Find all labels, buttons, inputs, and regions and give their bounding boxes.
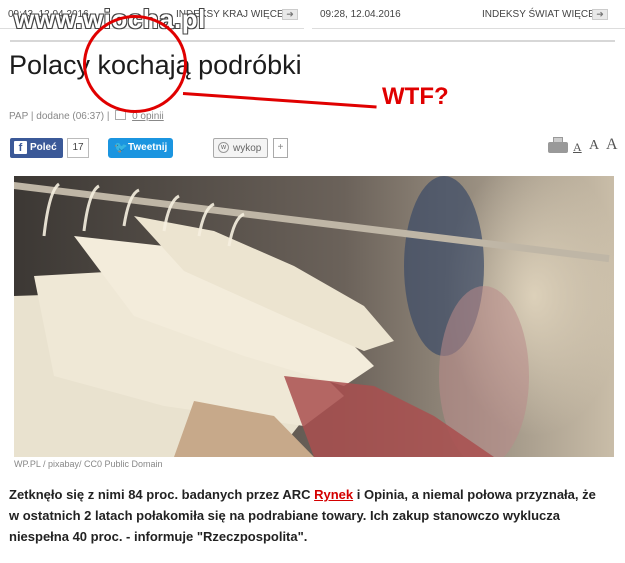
clothing-rack-image bbox=[14, 176, 614, 457]
ticker-more-link[interactable]: INDEKSY ŚWIAT WIĘCEJ bbox=[482, 9, 600, 20]
lead-text: Zetknęło się z nimi 84 proc. badanych pr… bbox=[9, 487, 315, 502]
arrow-right-icon[interactable]: ➜ bbox=[282, 9, 298, 20]
facebook-count: 17 bbox=[67, 138, 89, 158]
facebook-label: Poleć bbox=[30, 142, 57, 153]
annotation-text: WTF? bbox=[382, 83, 449, 110]
article-tools: A A A bbox=[548, 136, 618, 156]
tweet-label: Tweetnij bbox=[128, 142, 168, 153]
rynek-link[interactable]: Rynek bbox=[314, 487, 353, 502]
facebook-icon: f bbox=[14, 141, 27, 154]
wykop-icon: w bbox=[218, 142, 229, 153]
article-added-time: dodane (06:37) bbox=[36, 111, 105, 122]
printer-icon[interactable] bbox=[548, 137, 568, 153]
meta-separator: | bbox=[106, 111, 113, 122]
twitter-bird-icon: 🐦 bbox=[114, 142, 128, 154]
ticker-swiat: 09:28, 12.04.2016 INDEKSY ŚWIAT WIĘCEJ ➜ bbox=[312, 0, 625, 29]
wykop-label: wykop bbox=[233, 143, 262, 154]
article-source: PAP bbox=[9, 111, 29, 122]
annotation-circle bbox=[83, 15, 187, 113]
font-size-medium[interactable]: A bbox=[589, 138, 599, 154]
tweet-button[interactable]: 🐦 Tweetnij bbox=[108, 138, 173, 158]
font-size-large[interactable]: A bbox=[606, 136, 618, 154]
font-size-small[interactable]: A bbox=[573, 140, 582, 155]
annotation-line bbox=[182, 92, 377, 109]
wykop-plus-button[interactable]: + bbox=[273, 138, 288, 158]
article-photo bbox=[14, 176, 614, 457]
photo-caption: WP.PL / pixabay/ CC0 Public Domain bbox=[14, 459, 163, 469]
ticker-time: 09:28, 12.04.2016 bbox=[320, 9, 401, 20]
article-lead: Zetknęło się z nimi 84 proc. badanych pr… bbox=[9, 484, 609, 547]
wykop-button[interactable]: w wykop bbox=[213, 138, 268, 158]
arrow-right-icon[interactable]: ➜ bbox=[592, 9, 608, 20]
facebook-like-button[interactable]: f Poleć bbox=[10, 138, 63, 158]
